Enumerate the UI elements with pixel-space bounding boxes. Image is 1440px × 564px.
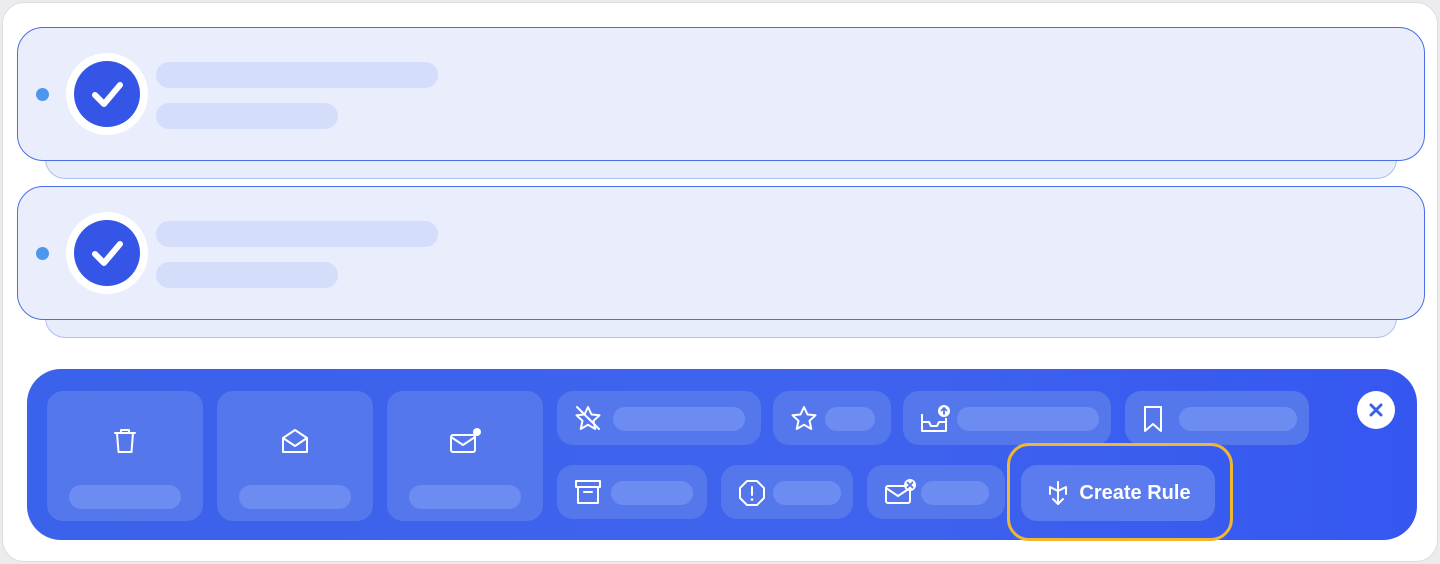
mark-read-button[interactable]: [217, 391, 373, 521]
star-icon: [791, 406, 817, 430]
bulk-action-toolbar: Create Rule: [27, 369, 1417, 541]
trash-icon: [114, 429, 136, 453]
star-slash-icon: [575, 406, 601, 430]
sender-placeholder: [156, 262, 338, 288]
selected-avatar[interactable]: [66, 212, 148, 294]
rule-icon: [1049, 481, 1068, 505]
unstar-button[interactable]: [557, 391, 761, 445]
envelope-unread-icon: [450, 428, 481, 453]
create-rule-button[interactable]: Create Rule: [1021, 465, 1215, 521]
archive-button[interactable]: [557, 465, 707, 519]
create-rule-label: Create Rule: [1079, 481, 1191, 504]
mark-read-label-placeholder: [239, 485, 351, 509]
app-window: Create Rule: [2, 2, 1438, 562]
block-label-placeholder: [921, 481, 989, 505]
move-button[interactable]: [903, 391, 1111, 445]
envelope-block-icon: [885, 479, 916, 504]
save-label-placeholder: [1179, 407, 1297, 431]
archive-label-placeholder: [611, 481, 693, 505]
archive-icon: [575, 480, 601, 504]
close-toolbar-button[interactable]: [1357, 391, 1395, 429]
spam-label-placeholder: [773, 481, 841, 505]
sender-placeholder: [156, 103, 338, 129]
mark-unread-label-placeholder: [409, 485, 521, 509]
message-card-stack: [17, 27, 1425, 179]
inbox-move-icon: [921, 405, 950, 432]
delete-button[interactable]: [47, 391, 203, 521]
move-label-placeholder: [957, 407, 1099, 431]
block-sender-button[interactable]: [867, 465, 1005, 519]
subject-placeholder: [156, 62, 438, 88]
star-button[interactable]: [773, 391, 891, 445]
message-card[interactable]: [17, 186, 1425, 320]
unread-dot: [36, 88, 49, 101]
message-card[interactable]: [17, 27, 1425, 161]
alert-icon: [739, 480, 765, 506]
selected-avatar[interactable]: [66, 53, 148, 135]
check-icon: [92, 241, 123, 266]
unread-dot: [36, 247, 49, 260]
subject-placeholder: [156, 221, 438, 247]
save-button[interactable]: [1125, 391, 1309, 445]
mark-unread-button[interactable]: [387, 391, 543, 521]
unstar-label-placeholder: [613, 407, 745, 431]
envelope-open-icon: [282, 429, 308, 453]
close-icon: [1369, 403, 1383, 417]
delete-label-placeholder: [69, 485, 181, 509]
report-spam-button[interactable]: [721, 465, 853, 519]
check-icon: [92, 82, 123, 107]
star-label-placeholder: [825, 407, 875, 431]
bookmark-icon: [1144, 406, 1162, 432]
message-card-stack: [17, 186, 1425, 338]
